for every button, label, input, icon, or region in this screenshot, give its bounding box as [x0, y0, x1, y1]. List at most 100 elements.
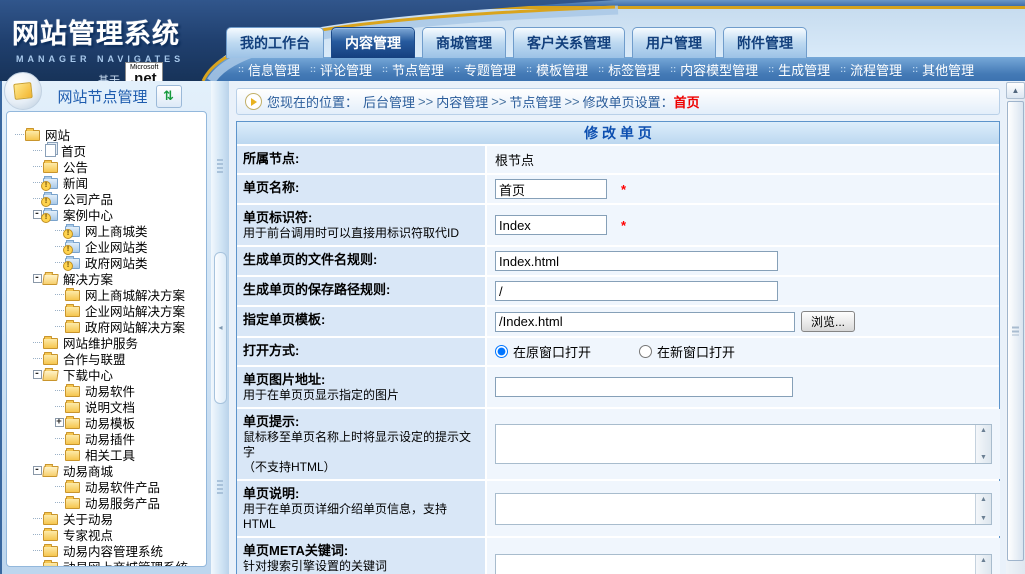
folder-icon	[25, 130, 40, 141]
folder-icon	[65, 450, 80, 461]
tab-附件管理[interactable]: 附件管理	[723, 27, 807, 58]
meta-keywords-textarea[interactable]	[495, 554, 992, 574]
submenu-item-其他管理[interactable]: 其他管理	[922, 60, 974, 79]
pages-icon	[45, 144, 56, 157]
tree-connector	[13, 134, 25, 135]
tab-内容管理[interactable]: 内容管理	[331, 27, 415, 58]
folder-icon	[43, 530, 58, 541]
breadcrumb-prefix: 您现在的位置：	[267, 92, 358, 111]
page-name-input[interactable]	[495, 179, 607, 199]
tree-connector	[53, 486, 65, 487]
folder-icon	[65, 434, 80, 445]
required-marker: *	[621, 182, 626, 197]
page-tooltip-label-cell: 单页提示:鼠标移至单页名称上时将显示设定的提示文字（不支持HTML）	[237, 409, 487, 479]
refresh-icon[interactable]: ⇅	[156, 85, 182, 108]
page-identifier-hint: 用于前台调用时可以直接用标识符取代ID	[243, 226, 479, 241]
scroll-down-arrow[interactable]: ▼	[980, 515, 987, 522]
submenu-item-专题管理[interactable]: 专题管理	[464, 60, 516, 79]
form-row-page-identifier: 单页标识符:用于前台调用时可以直接用标识符取代ID*	[237, 203, 999, 245]
open-mode-option-0[interactable]: 在原窗口打开	[495, 342, 591, 361]
page-description-textarea[interactable]	[495, 493, 992, 525]
submenu-item-标签管理[interactable]: 标签管理	[608, 60, 660, 79]
vertical-scrollbar[interactable]: ▲	[1006, 82, 1025, 574]
page-template-input[interactable]	[495, 312, 795, 332]
breadcrumb-item-内容管理[interactable]: 内容管理	[436, 92, 488, 111]
page-description-value-cell: ▲▼	[487, 481, 1000, 536]
page-image-url-value-cell	[487, 367, 999, 407]
submenu-separator: ::	[840, 64, 846, 74]
submenu-item-信息管理[interactable]: 信息管理	[248, 60, 300, 79]
page-template-value-cell: 浏览...	[487, 307, 999, 336]
submenu-item-生成管理[interactable]: 生成管理	[778, 60, 830, 79]
page-identifier-input[interactable]	[495, 215, 607, 235]
parent-node-value-cell: 根节点	[487, 146, 999, 173]
submenu-separator: ::	[526, 64, 532, 74]
collapse-node-icon[interactable]: -	[33, 370, 42, 379]
scroll-up-button[interactable]: ▲	[1006, 82, 1025, 99]
textarea-scrollbar[interactable]: ▲▼	[975, 494, 991, 524]
collapse-sidebar-handle[interactable]: ◂	[214, 252, 227, 404]
textarea-scrollbar[interactable]: ▲▼	[975, 555, 991, 574]
dotted-connector	[55, 390, 64, 391]
scroll-up-arrow[interactable]: ▲	[980, 496, 987, 503]
sidebar-title: 网站节点管理	[57, 86, 147, 107]
scrollbar-thumb[interactable]	[1007, 101, 1024, 561]
scroll-up-arrow[interactable]: ▲	[980, 427, 987, 434]
textarea-scrollbar[interactable]: ▲▼	[975, 425, 991, 463]
page-tooltip-textarea[interactable]	[495, 424, 992, 464]
form-row-parent-node: 所属节点:根节点	[237, 144, 999, 173]
tree-connector	[53, 326, 65, 327]
expand-node-icon[interactable]: +	[55, 418, 64, 427]
tab-客户关系管理[interactable]: 客户关系管理	[513, 27, 625, 58]
open-mode-radio-1[interactable]	[639, 345, 652, 358]
page-tooltip-hint: （不支持HTML）	[243, 460, 479, 475]
page-description-textarea-wrap: ▲▼	[495, 493, 992, 525]
scroll-up-arrow[interactable]: ▲	[980, 557, 987, 564]
submenu-separator: ::	[670, 64, 676, 74]
tree-connector	[53, 406, 65, 407]
breadcrumb-item-修改单页设置[interactable]: 修改单页设置：	[583, 92, 674, 111]
dotted-connector	[55, 406, 64, 407]
breadcrumb-item-节点管理[interactable]: 节点管理	[509, 92, 561, 111]
submenu-item-模板管理[interactable]: 模板管理	[536, 60, 588, 79]
submenu-item-评论管理[interactable]: 评论管理	[320, 60, 372, 79]
submenu-separator: ::	[454, 64, 460, 74]
page-image-url-input[interactable]	[495, 377, 793, 397]
submenu-item-节点管理[interactable]: 节点管理	[392, 60, 444, 79]
sidebar-splitter[interactable]: ◂	[211, 81, 229, 574]
save-path-rule-label-cell: 生成单页的保存路径规则:	[237, 277, 487, 305]
folder-icon	[43, 546, 58, 557]
submenu-item-内容模型管理[interactable]: 内容模型管理	[680, 60, 758, 79]
page-name-label-cell: 单页名称:	[237, 175, 487, 203]
submenu-separator: ::	[238, 64, 244, 74]
save-path-rule-input[interactable]	[495, 281, 778, 301]
file-name-rule-input[interactable]	[495, 251, 778, 271]
page-template-browse-button[interactable]: 浏览...	[801, 311, 855, 332]
page-description-label: 单页说明:	[243, 485, 479, 502]
dotted-connector	[55, 326, 64, 327]
collapse-node-icon[interactable]: -	[33, 466, 42, 475]
tab-我的工作台[interactable]: 我的工作台	[226, 27, 324, 58]
page-image-url-hint: 用于在单页页显示指定的图片	[243, 388, 479, 403]
form-row-page-description: 单页说明:用于在单页页详细介绍单页信息，支持HTML▲▼	[237, 479, 999, 536]
tree-node-动易网上商城管理系统[interactable]: 动易网上商城管理系统	[7, 558, 206, 567]
dotted-connector	[55, 294, 64, 295]
folder-icon	[65, 322, 80, 333]
tree-node-网站[interactable]: 网站	[7, 126, 206, 142]
page-description-hint: 用于在单页页详细介绍单页信息，支持HTML	[243, 502, 479, 532]
tree-node-公告[interactable]: 公告	[7, 158, 206, 174]
open-mode-option-1[interactable]: 在新窗口打开	[639, 342, 735, 361]
collapse-node-icon[interactable]: -	[33, 274, 42, 283]
tab-商城管理[interactable]: 商城管理	[422, 27, 506, 58]
open-mode-radio-0[interactable]	[495, 345, 508, 358]
breadcrumb-item-后台管理[interactable]: 后台管理	[363, 92, 415, 111]
sidebar: 网站节点管理 ⇅ 网站首页公告新闻公司产品-案例中心网上商城类企业网站类政府网站…	[0, 81, 211, 574]
cube-icon	[13, 82, 33, 100]
breadcrumb-current-page: 首页	[674, 92, 700, 111]
submenu-item-流程管理[interactable]: 流程管理	[850, 60, 902, 79]
scroll-down-arrow[interactable]: ▼	[980, 454, 987, 461]
meta-keywords-label-cell: 单页META关键词:针对搜索引擎设置的关键词例如: 在文本框填写<meta na…	[237, 538, 487, 574]
tree-node-首页[interactable]: 首页	[7, 142, 206, 158]
folder-icon	[43, 162, 58, 173]
tab-用户管理[interactable]: 用户管理	[632, 27, 716, 58]
